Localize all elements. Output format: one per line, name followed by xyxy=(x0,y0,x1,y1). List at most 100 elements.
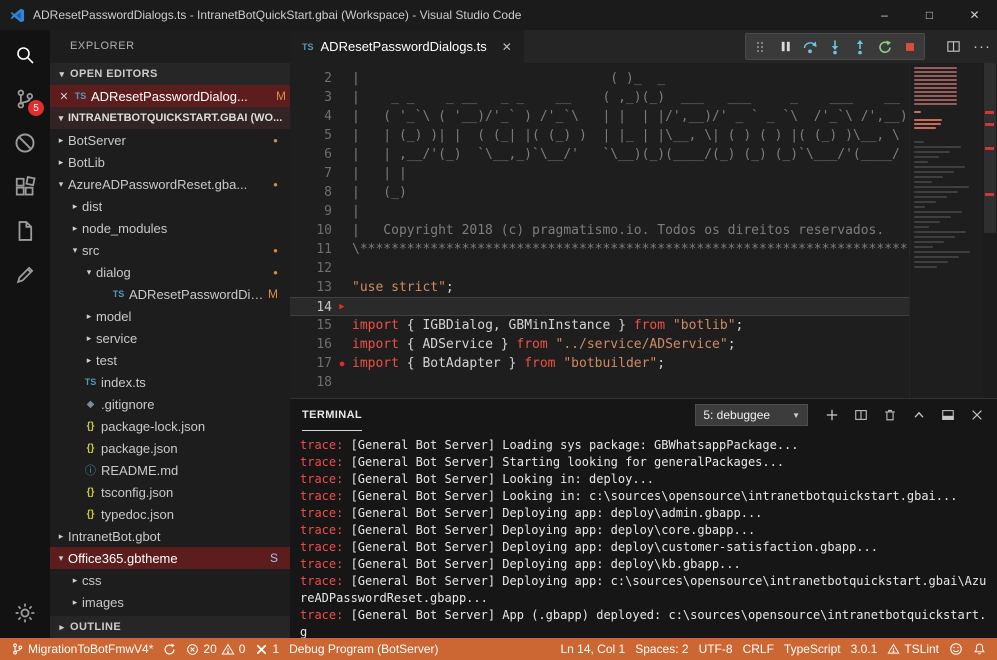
source-control-icon[interactable]: 5 xyxy=(12,86,38,112)
split-terminal-icon[interactable] xyxy=(853,407,869,423)
close-editor-icon[interactable]: ✕ xyxy=(56,90,72,103)
tasks-count: 1 xyxy=(272,642,279,656)
code-line: 7 | | | | xyxy=(290,164,909,183)
code-line: 9| | xyxy=(290,202,909,221)
tree-item-adresetpassworddial-[interactable]: TSADResetPasswordDial...M xyxy=(50,283,290,305)
chevron-right-icon: ▸ xyxy=(82,311,96,322)
gutter xyxy=(332,278,352,297)
modified-dot: ● xyxy=(273,180,282,189)
problems-indicator[interactable]: 20 0 xyxy=(181,638,250,660)
typescript-version[interactable]: 3.0.1 xyxy=(846,638,883,660)
gutter xyxy=(332,221,352,240)
terminal-line: trace: [General Bot Server] Deploying ap… xyxy=(300,505,987,522)
minimap[interactable] xyxy=(909,63,983,398)
outline-header[interactable]: ▸ OUTLINE xyxy=(50,616,290,638)
trace-prefix: trace: xyxy=(300,540,343,554)
feedback-smiley[interactable] xyxy=(944,638,968,660)
stop-button[interactable] xyxy=(901,38,919,56)
tree-item-office365-gbtheme[interactable]: ▾Office365.gbthemeS xyxy=(50,547,290,569)
kill-terminal-icon[interactable] xyxy=(882,407,898,423)
eol-indicator[interactable]: CRLF xyxy=(738,638,779,660)
edit-icon[interactable] xyxy=(12,262,38,288)
line-content: | _ _ _ __ _ _ __ ( ,_)(_) ___ ___ _ ___… xyxy=(352,88,909,107)
encoding-indicator[interactable]: UTF-8 xyxy=(694,638,738,660)
minimap-line xyxy=(914,67,957,69)
tree-item-src[interactable]: ▾src● xyxy=(50,239,290,261)
open-editor-item[interactable]: ✕ TS ADResetPasswordDialog... M xyxy=(50,85,290,107)
tree-item-botlib[interactable]: ▸BotLib xyxy=(50,151,290,173)
debug-target[interactable]: Debug Program (BotServer) xyxy=(284,638,443,660)
tree-item-dist[interactable]: ▸dist xyxy=(50,195,290,217)
chevron-down-icon: ▼ xyxy=(792,411,800,420)
new-terminal-icon[interactable] xyxy=(824,407,840,423)
tree-item--gitignore[interactable]: ◆.gitignore xyxy=(50,393,290,415)
tree-item-images[interactable]: ▸images xyxy=(50,591,290,613)
tree-item-index-ts[interactable]: TSindex.ts xyxy=(50,371,290,393)
tree-item-test[interactable]: ▸test xyxy=(50,349,290,371)
settings-gear-icon[interactable] xyxy=(12,600,38,626)
line-number: 8 xyxy=(290,183,332,202)
tree-item-package-json[interactable]: {}package.json xyxy=(50,437,290,459)
scrollbar[interactable] xyxy=(983,63,997,398)
tree-item-botserver[interactable]: ▸BotServer● xyxy=(50,129,290,151)
close-button[interactable]: ✕ xyxy=(952,0,997,30)
tree-item-package-lock-json[interactable]: {}package-lock.json xyxy=(50,415,290,437)
tree-item-azureadpasswordreset-gba-[interactable]: ▾AzureADPasswordReset.gba...● xyxy=(50,173,290,195)
cursor-position[interactable]: Ln 14, Col 1 xyxy=(555,638,630,660)
tree-item-model[interactable]: ▸model xyxy=(50,305,290,327)
tree-item-service[interactable]: ▸service xyxy=(50,327,290,349)
source-control-badge: 5 xyxy=(28,100,44,116)
minimize-button[interactable]: – xyxy=(862,0,907,30)
tree-item-dialog[interactable]: ▾dialog● xyxy=(50,261,290,283)
tslint-indicator[interactable]: TSLint xyxy=(882,638,944,660)
tree-item-tsconfig-json[interactable]: {}tsconfig.json xyxy=(50,481,290,503)
maximize-button[interactable]: □ xyxy=(907,0,952,30)
outline-label: OUTLINE xyxy=(70,621,121,633)
step-out-button[interactable] xyxy=(851,38,869,56)
split-editor-icon[interactable] xyxy=(945,39,961,55)
terminal-text: [General Bot Server] Deploying app: depl… xyxy=(343,523,755,537)
tree-item-node-modules[interactable]: ▸node_modules xyxy=(50,217,290,239)
tree-item-label: typedoc.json xyxy=(101,507,174,522)
line-number: 7 xyxy=(290,164,332,183)
branch-indicator[interactable]: MigrationToBotFmwV4* xyxy=(6,638,158,660)
terminal-output[interactable]: trace: [General Bot Server] Loading sys … xyxy=(290,431,997,638)
terminal-selector[interactable]: 5: debuggee ▼ xyxy=(695,404,808,426)
maximize-panel-icon[interactable] xyxy=(911,407,927,423)
line-content: | | | | xyxy=(352,164,909,183)
tree-item-label: package-lock.json xyxy=(101,419,205,434)
more-actions-icon[interactable]: ··· xyxy=(973,38,991,55)
title-bar: ADResetPasswordDialogs.ts - IntranetBotQ… xyxy=(0,0,997,30)
restart-button[interactable] xyxy=(876,38,894,56)
notifications-bell[interactable] xyxy=(968,638,991,660)
workspace-folder-header[interactable]: ▾ INTRANETBOTQUICKSTART.GBAI (WO... xyxy=(50,107,290,129)
minimap-line xyxy=(914,99,957,101)
minimap-line xyxy=(914,79,957,81)
pause-button[interactable] xyxy=(776,38,794,56)
open-editors-header[interactable]: ▾ OPEN EDITORS xyxy=(50,63,290,85)
tab-close-icon[interactable]: ✕ xyxy=(502,40,512,54)
gutter xyxy=(332,316,352,335)
tab-adresetpassworddialogs[interactable]: TS ADResetPasswordDialogs.ts ✕ xyxy=(290,30,524,63)
indentation-indicator[interactable]: Spaces: 2 xyxy=(630,638,693,660)
language-indicator[interactable]: TypeScript xyxy=(779,638,846,660)
close-panel-icon[interactable] xyxy=(969,407,985,423)
tree-item-readme-md[interactable]: ⓘREADME.md xyxy=(50,459,290,481)
search-icon[interactable] xyxy=(12,42,38,68)
tree-item-intranetbot-gbot[interactable]: ▸IntranetBot.gbot xyxy=(50,525,290,547)
gutter xyxy=(332,145,352,164)
drag-grip-icon[interactable] xyxy=(751,38,769,56)
debug-icon[interactable] xyxy=(12,130,38,156)
documents-icon[interactable] xyxy=(12,218,38,244)
tasks-indicator[interactable]: 1 xyxy=(250,638,284,660)
code-editor[interactable]: 2| ( )_ _ |3| _ _ _ __ _ _ __ ( ,_)(_) _… xyxy=(290,63,997,398)
step-into-button[interactable] xyxy=(826,38,844,56)
tab-terminal[interactable]: TERMINAL xyxy=(302,399,362,431)
toggle-panel-icon[interactable] xyxy=(940,407,956,423)
step-over-button[interactable] xyxy=(801,38,819,56)
tree-item-typedoc-json[interactable]: {}typedoc.json xyxy=(50,503,290,525)
extensions-icon[interactable] xyxy=(12,174,38,200)
sync-indicator[interactable] xyxy=(158,638,181,660)
tree-item-css[interactable]: ▸css xyxy=(50,569,290,591)
tree-item-label: index.ts xyxy=(101,375,146,390)
